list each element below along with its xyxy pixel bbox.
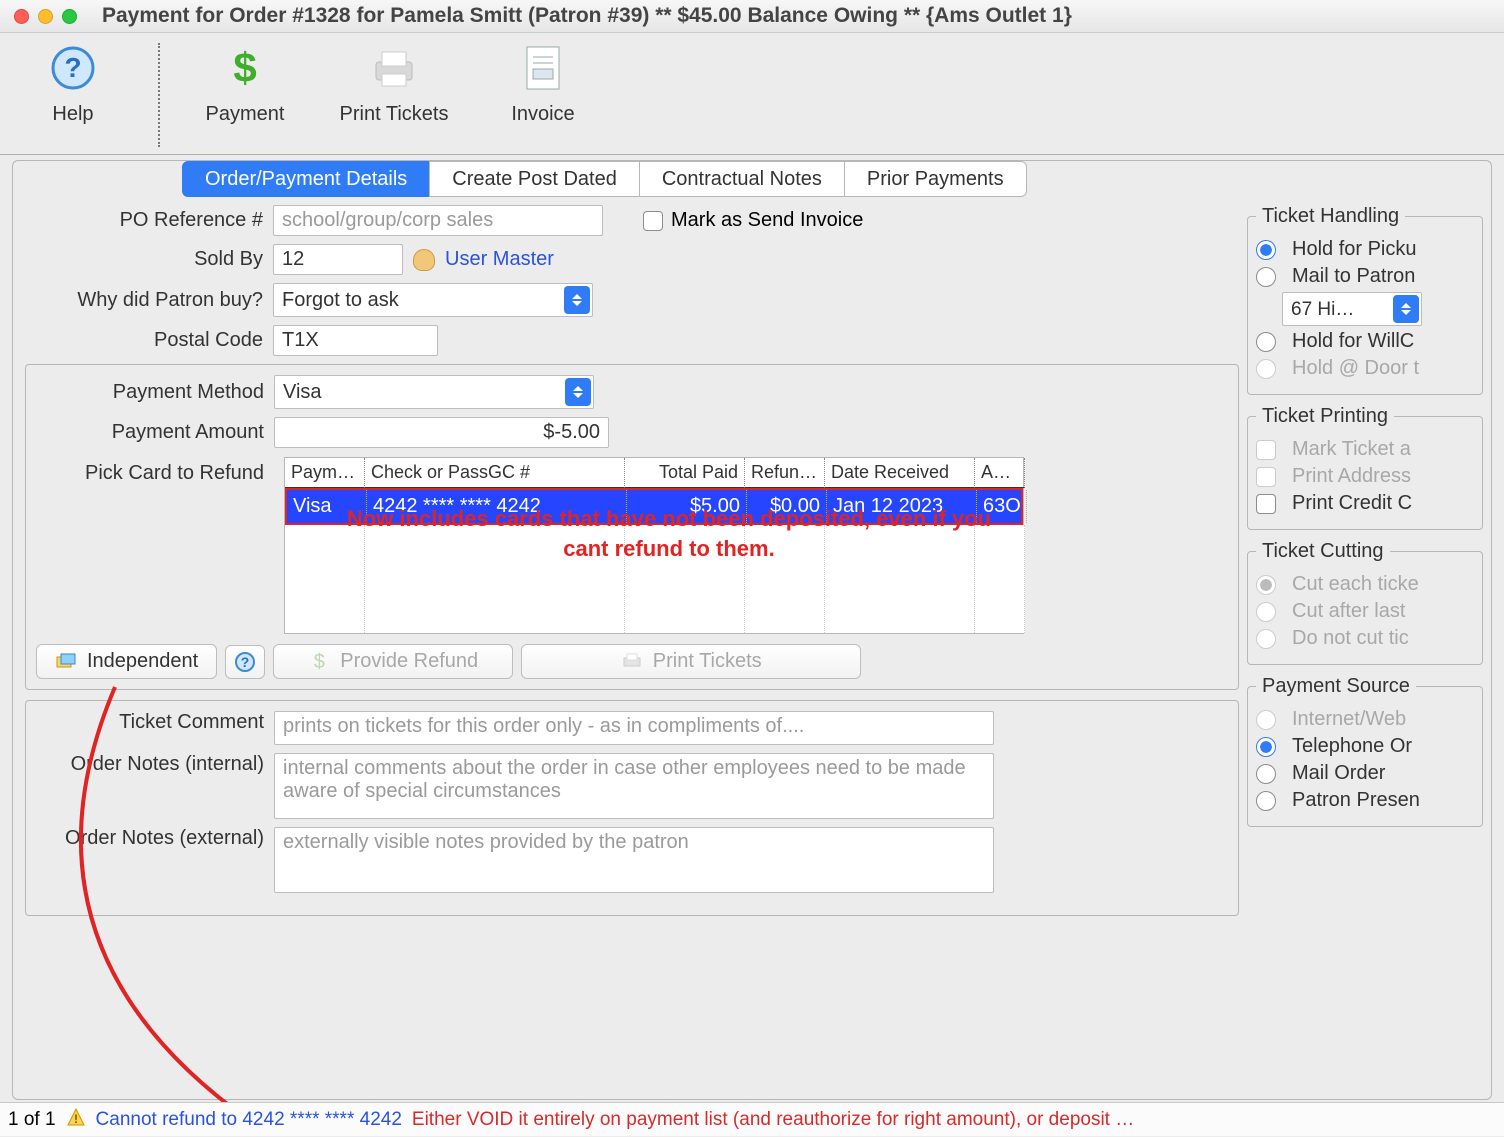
status-bar: 1 of 1 ! Cannot refund to 4242 **** ****… [0,1102,1504,1136]
radio-hold-door [1256,359,1276,379]
card-table-row-selected[interactable]: Visa 4242 **** **** 4242 $5.00 $0.00 Jan… [285,488,1023,525]
cards-icon [55,651,77,673]
warning-icon: ! [66,1107,86,1133]
mail-address-select[interactable]: 67 Hi… [1282,292,1422,326]
main-panel: Order/Payment Details Create Post Dated … [12,160,1492,1100]
radio-cut-after [1256,602,1276,622]
payment-amount-label: Payment Amount [26,421,274,444]
provide-refund-button[interactable]: $ Provide Refund [273,644,513,679]
svg-text:!: ! [74,1112,78,1126]
check-mark-ticket [1256,440,1276,460]
toolbar: ? Help $ Payment Print Tickets Invoice [0,33,1504,155]
window-zoom-button[interactable] [62,9,77,24]
ticket-comment-input[interactable] [274,711,994,745]
mark-send-invoice-checkbox[interactable] [643,211,663,231]
svg-text:?: ? [64,52,81,83]
pick-card-label: Pick Card to Refund [26,456,274,485]
card-table-empty-rows [285,525,1023,633]
svg-text:?: ? [241,654,250,670]
svg-text:$: $ [233,44,256,91]
printer-icon [365,39,423,97]
tab-contractual-notes[interactable]: Contractual Notes [639,161,845,197]
user-master-link[interactable]: User Master [445,248,554,271]
payment-method-label: Payment Method [26,381,274,404]
refund-card-table: Paymen… Check or PassGC # Total Paid Ref… [284,457,1024,634]
ticket-cutting-group: Ticket Cutting Cut each ticke Cut after … [1247,540,1483,665]
radio-hold-pickup[interactable] [1256,240,1276,260]
ticket-printing-group: Ticket Printing Mark Ticket a Print Addr… [1247,405,1483,530]
status-link[interactable]: Cannot refund to 4242 **** **** 4242 [96,1109,402,1131]
invoice-icon [514,39,572,97]
postal-code-label: Postal Code [25,329,273,352]
po-reference-label: PO Reference # [25,209,273,232]
tab-create-post-dated[interactable]: Create Post Dated [429,161,640,197]
tab-order-payment-details[interactable]: Order/Payment Details [182,161,430,197]
toolbar-separator [158,43,160,147]
toolbar-help[interactable]: ? Help [18,39,128,126]
order-notes-external-input[interactable] [274,827,994,893]
tab-prior-payments[interactable]: Prior Payments [844,161,1027,197]
sold-by-input[interactable] [273,244,403,275]
postal-code-input[interactable] [273,325,438,356]
titlebar: Payment for Order #1328 for Pamela Smitt… [0,0,1504,33]
payment-method-select[interactable]: Visa [274,375,594,409]
notes-panel: Ticket Comment Order Notes (internal) Or… [25,700,1239,916]
radio-mail-order[interactable] [1256,764,1276,784]
window-close-button[interactable] [14,9,29,24]
tabs: Order/Payment Details Create Post Dated … [13,160,1491,198]
radio-telephone[interactable] [1256,737,1276,757]
radio-cut-each [1256,575,1276,595]
help-icon: ? [44,39,102,97]
radio-mail-patron[interactable] [1256,267,1276,287]
printer-small-icon [621,651,643,673]
user-icon [413,249,435,271]
side-panel: Ticket Handling Hold for Picku Mail to P… [1247,205,1483,1087]
dollar-small-icon: $ [308,651,330,673]
window-minimize-button[interactable] [38,9,53,24]
check-print-credit[interactable] [1256,494,1276,514]
why-buy-label: Why did Patron buy? [25,289,273,312]
independent-button[interactable]: Independent [36,644,217,679]
payment-panel: Payment Method Visa Payment Amount Pick … [25,364,1239,690]
radio-hold-willcall[interactable] [1256,332,1276,352]
toolbar-invoice[interactable]: Invoice [488,39,598,126]
check-print-address [1256,467,1276,487]
order-notes-external-label: Order Notes (external) [26,827,274,850]
payment-source-group: Payment Source Internet/Web Telephone Or… [1247,675,1483,827]
why-buy-select[interactable]: Forgot to ask [273,283,593,317]
form-area: PO Reference # Mark as Send Invoice Sold… [25,205,1239,1087]
toolbar-print-tickets[interactable]: Print Tickets [324,39,464,126]
mark-send-invoice-label: Mark as Send Invoice [671,209,863,232]
help-small-button[interactable]: ? [225,645,265,679]
toolbar-payment[interactable]: $ Payment [190,39,300,126]
order-notes-internal-label: Order Notes (internal) [26,753,274,776]
status-message: Either VOID it entirely on payment list … [412,1109,1134,1131]
window-title: Payment for Order #1328 for Pamela Smitt… [102,4,1072,28]
dollar-icon: $ [216,39,274,97]
order-notes-internal-input[interactable] [274,753,994,819]
radio-patron-present[interactable] [1256,791,1276,811]
status-count: 1 of 1 [8,1109,56,1131]
radio-do-not-cut [1256,629,1276,649]
payment-amount-input[interactable] [274,417,609,448]
sold-by-label: Sold By [25,248,273,271]
ticket-handling-group: Ticket Handling Hold for Picku Mail to P… [1247,205,1483,395]
card-table-header: Paymen… Check or PassGC # Total Paid Ref… [285,458,1023,488]
ticket-comment-label: Ticket Comment [26,711,274,734]
print-tickets-button[interactable]: Print Tickets [521,644,861,679]
radio-internet [1256,710,1276,730]
po-reference-input[interactable] [273,205,603,236]
